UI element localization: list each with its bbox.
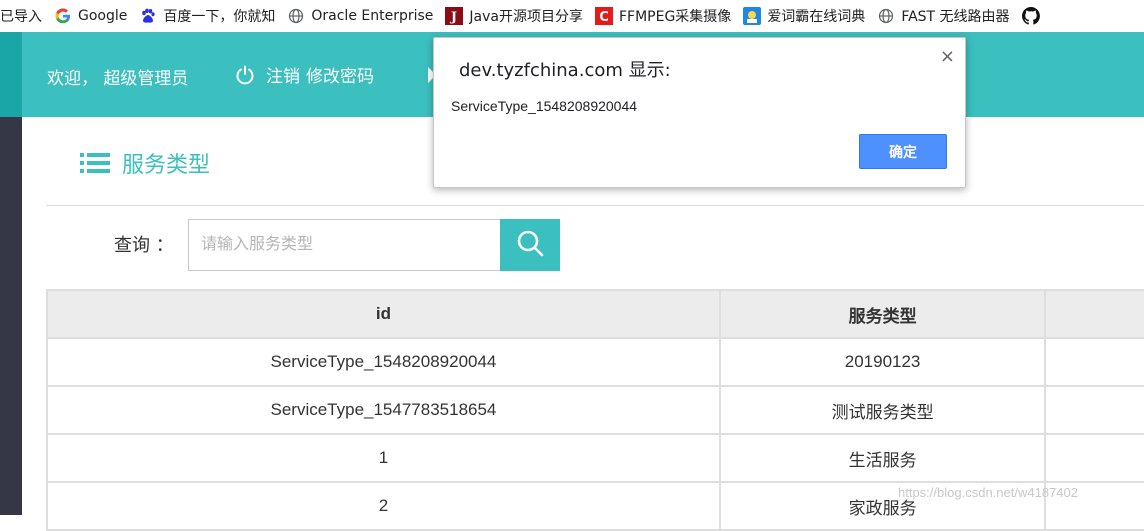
cell-id: ServiceType_1548208920044 <box>46 337 721 387</box>
cell-id: ServiceType_1547783518654 <box>46 385 721 435</box>
bookmark-imported[interactable]: 已导入 <box>0 0 42 32</box>
bookmark-java[interactable]: J Java开源项目分享 <box>445 0 583 32</box>
cell-service-type: 20190123 <box>718 337 1047 387</box>
cell-service-type: 测试服务类型 <box>718 385 1047 435</box>
page-title-text: 服务类型 <box>122 153 211 178</box>
search-icon <box>515 228 545 262</box>
bookmark-fast[interactable]: FAST 无线路由器 <box>877 0 1010 32</box>
baidu-paw-icon <box>139 7 157 25</box>
j-logo-icon: J <box>445 7 464 25</box>
search-button[interactable] <box>500 219 560 271</box>
list-icon <box>80 151 110 175</box>
sidebar <box>0 117 22 515</box>
power-icon[interactable] <box>234 64 256 86</box>
logout-group: 注销 修改密码 <box>234 62 380 87</box>
bookmark-label: Oracle Enterprise <box>311 8 434 24</box>
ok-button[interactable]: 确定 <box>859 134 947 169</box>
watermark: https://blog.csdn.net/w4187402 <box>898 485 1078 500</box>
logout-link[interactable]: 注销 <box>266 62 300 87</box>
bookmark-label: 已导入 <box>0 9 42 25</box>
bookmark-github[interactable] <box>1021 0 1046 32</box>
globe-icon <box>287 7 305 25</box>
dialog-message: ServiceType_1548208920044 <box>451 98 638 114</box>
cell-id: 1 <box>46 433 721 483</box>
column-header-service-type[interactable]: 服务类型 <box>718 289 1047 339</box>
search-label: 查询 ： <box>114 235 174 256</box>
svg-text:C: C <box>599 10 609 25</box>
red-c-icon: C <box>594 7 613 25</box>
bookmark-iciba[interactable]: 爱词霸在线词典 <box>743 0 865 32</box>
sidebar-top-strip <box>0 32 22 117</box>
iciba-icon <box>743 7 762 25</box>
page-title: 服务类型 <box>80 147 210 179</box>
bookmark-oracle[interactable]: Oracle Enterprise <box>287 0 433 32</box>
column-header-id[interactable]: id <box>46 289 721 339</box>
column-header-actions <box>1044 289 1144 339</box>
bookmark-google[interactable]: Google <box>54 0 127 32</box>
close-icon[interactable]: × <box>940 46 955 67</box>
change-password-link[interactable]: 修改密码 <box>306 62 374 87</box>
search-input[interactable] <box>188 219 501 271</box>
globe-icon <box>877 7 895 25</box>
welcome-text: 欢迎， 超级管理员 <box>47 69 189 89</box>
bookmark-ffmpeg[interactable]: C FFMPEG采集摄像 <box>594 0 732 32</box>
bookmark-label: FFMPEG采集摄像 <box>618 9 732 25</box>
bookmarks-bar: 已导入 Google 百度一下，你就知 Oracle Enterprise J … <box>0 0 1144 32</box>
github-icon <box>1021 7 1040 25</box>
bookmark-label: FAST 无线路由器 <box>901 9 1010 25</box>
cell-actions <box>1044 337 1144 387</box>
cell-actions <box>1044 385 1144 435</box>
divider <box>46 205 1144 206</box>
bookmark-label: Google <box>78 8 128 24</box>
dialog-title: dev.tyzfchina.com 显示: <box>459 60 671 81</box>
table-row[interactable]: ServiceType_1547783518654 测试服务类型 <box>46 385 1144 435</box>
cell-actions <box>1044 433 1144 483</box>
table-header-row: id 服务类型 <box>46 289 1144 339</box>
bookmark-label: Java开源项目分享 <box>469 9 583 25</box>
bookmark-label: 爱词霸在线词典 <box>767 9 866 25</box>
svg-text:J: J <box>450 10 457 25</box>
alert-dialog: dev.tyzfchina.com 显示: × ServiceType_1548… <box>433 37 966 188</box>
google-icon <box>54 7 72 25</box>
cell-id: 2 <box>46 481 721 531</box>
table-row[interactable]: ServiceType_1548208920044 20190123 <box>46 337 1144 387</box>
bookmark-label: 百度一下，你就知 <box>163 9 276 25</box>
table-row[interactable]: 1 生活服务 <box>46 433 1144 483</box>
bookmark-baidu[interactable]: 百度一下，你就知 <box>139 0 275 32</box>
cell-service-type: 生活服务 <box>718 433 1047 483</box>
